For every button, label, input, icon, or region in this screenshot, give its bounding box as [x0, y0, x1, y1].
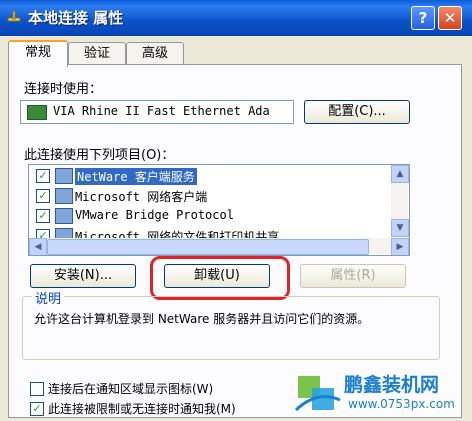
install-button[interactable]: 安装(N)... [30, 264, 136, 288]
uninstall-highlight-annotation [150, 256, 290, 300]
notify-label: 此连接被限制或无连接时通知我(M) [48, 402, 236, 416]
item-checkbox[interactable]: ✓ [36, 189, 50, 203]
scroll-thumb[interactable] [47, 239, 369, 255]
notify-checkbox[interactable]: ✓ [30, 402, 44, 416]
network-client-icon [55, 188, 73, 204]
close-button[interactable]: ✕ [438, 6, 462, 30]
items-label: 此连接使用下列项目(O)： [24, 148, 175, 163]
item-checkbox[interactable]: ✓ [36, 169, 50, 183]
description-text: 允许这台计算机登录到 NetWare 服务器并且访问它们的资源。 [34, 312, 370, 326]
tab-authentication[interactable]: 验证 [68, 42, 126, 65]
scroll-up-icon[interactable]: ▲ [391, 165, 409, 183]
file-sharing-icon [55, 228, 73, 238]
watermark-logo: 鹏鑫装机网 www.0753px.com [292, 366, 472, 421]
item-label: NetWare 客户端服务 [75, 168, 197, 185]
scroll-down-icon[interactable]: ▼ [391, 219, 409, 237]
tab-advanced[interactable]: 高级 [126, 42, 184, 65]
watermark-name: 鹏鑫装机网 [344, 374, 440, 396]
network-client-icon [55, 168, 73, 184]
scroll-left-icon[interactable]: ◀ [29, 238, 47, 255]
item-label: Microsoft 网络客户端 [75, 190, 208, 204]
adapter-field: VIA Rhine II Fast Ethernet Ada [20, 100, 294, 124]
network-adapter-icon [27, 105, 47, 120]
list-item[interactable]: ✓ VMware Bridge Protocol [29, 206, 391, 226]
title-bar: 本地连接 属性 ? ✕ [0, 0, 472, 36]
watermark-url: www.0753px.com [348, 397, 455, 411]
description-title: 说明 [32, 288, 65, 307]
show-icon-label: 连接后在通知区域显示图标(W) [48, 382, 214, 396]
list-item[interactable]: ✓ NetWare 客户端服务 [29, 166, 391, 186]
show-icon-checkbox[interactable] [30, 382, 44, 396]
window-title: 本地连接 属性 [28, 9, 124, 27]
item-checkbox[interactable]: ✓ [36, 209, 50, 223]
properties-button[interactable]: 属性(R) [300, 264, 406, 288]
tab-general[interactable]: 常规 [8, 40, 68, 67]
configure-button[interactable]: 配置(C)... [304, 100, 410, 124]
horizontal-scrollbar[interactable]: ◀ ▶ [29, 238, 409, 255]
description-group [22, 296, 440, 360]
protocol-icon [55, 208, 73, 224]
logo-icon [294, 376, 341, 412]
item-label: Microsoft 网络的文件和打印机共享 [75, 230, 280, 238]
vertical-scrollbar[interactable]: ▲ ▼ [391, 165, 409, 237]
scroll-right-icon[interactable]: ▶ [391, 238, 409, 255]
components-list[interactable]: ✓ NetWare 客户端服务 ✓ Microsoft 网络客户端 ✓ VMwa… [28, 164, 410, 256]
adapter-name: VIA Rhine II Fast Ethernet Ada [53, 104, 270, 118]
item-label: VMware Bridge Protocol [75, 208, 234, 222]
help-button[interactable]: ? [411, 6, 435, 30]
list-item[interactable]: ✓ Microsoft 网络客户端 [29, 186, 391, 206]
network-connection-icon [7, 10, 21, 22]
item-checkbox[interactable]: ✓ [36, 229, 50, 238]
connect-using-label: 连接时使用： [24, 82, 103, 97]
list-item[interactable]: ✓ Microsoft 网络的文件和打印机共享 [29, 226, 391, 238]
